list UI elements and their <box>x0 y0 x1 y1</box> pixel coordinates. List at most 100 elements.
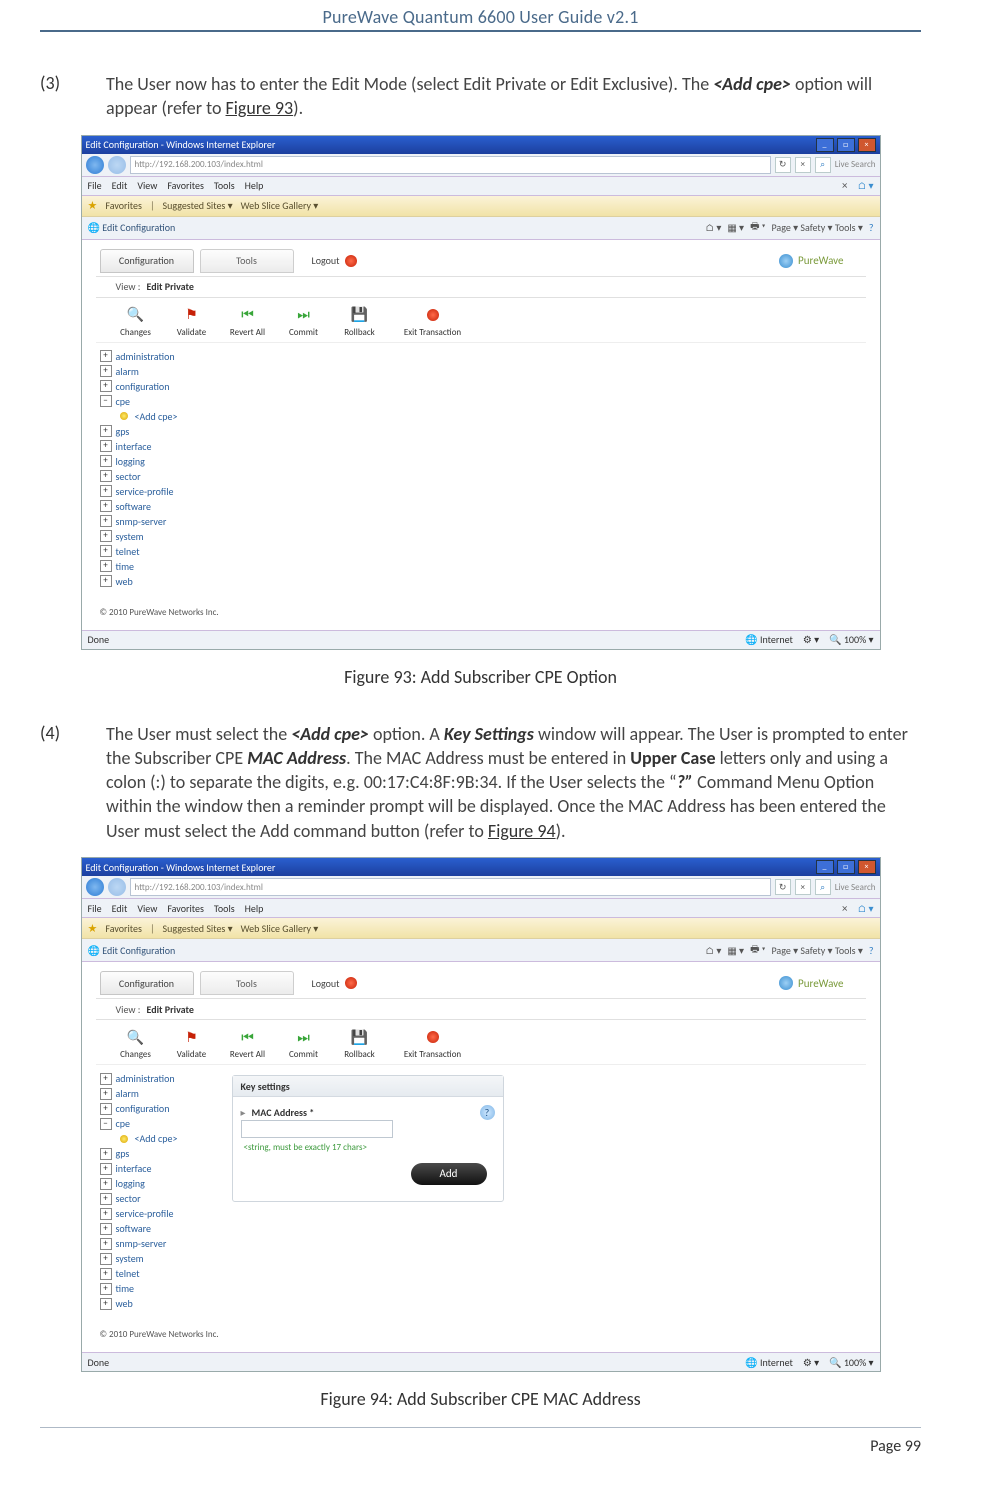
tree-cpe[interactable]: −cpe <box>100 1116 220 1131</box>
logout-button[interactable]: Logout <box>312 254 357 267</box>
search-box-label-2[interactable]: Live Search <box>835 882 876 893</box>
web-slice-link[interactable]: Web Slice Gallery ▾ <box>241 199 319 212</box>
tree-system[interactable]: +system <box>100 1251 220 1266</box>
favorites-star-icon[interactable]: ★ <box>88 199 98 212</box>
menu-favorites[interactable]: Favorites <box>167 902 204 915</box>
tree-system[interactable]: +system <box>100 529 220 544</box>
page-tab-2[interactable]: 🌐 Edit Configuration <box>88 944 176 957</box>
tool-exit-transaction[interactable]: Exit Transaction <box>388 1028 478 1060</box>
tool-validate[interactable]: ⚑Validate <box>164 306 220 338</box>
home-dropdown-icon[interactable]: ⌂ ▾ <box>705 944 721 957</box>
close-icon[interactable]: × <box>858 860 876 874</box>
view-mode-value[interactable]: Edit Private <box>146 280 193 293</box>
view-mode-value[interactable]: Edit Private <box>146 1003 193 1016</box>
refresh-icon[interactable]: ↻ <box>775 879 791 895</box>
minimize-icon[interactable]: _ <box>816 860 834 874</box>
figure-94-link[interactable]: Figure 94 <box>488 820 556 842</box>
tree-software[interactable]: +software <box>100 499 220 514</box>
tree-configuration[interactable]: +configuration <box>100 1101 220 1116</box>
print-icon[interactable]: 🖶 ▾ <box>750 219 765 236</box>
stop-icon[interactable]: × <box>795 157 811 173</box>
favorites-label[interactable]: Favorites <box>105 199 142 212</box>
menu-view[interactable]: View <box>137 179 157 192</box>
search-provider-icon[interactable]: ⌕ <box>815 879 831 895</box>
maximize-icon[interactable]: □ <box>837 138 855 152</box>
close-icon[interactable]: × <box>858 138 876 152</box>
menu-file[interactable]: File <box>88 902 102 915</box>
tool-changes[interactable]: 🔍Changes <box>108 1028 164 1060</box>
protected-mode-icon[interactable]: ⚙ ▾ <box>803 1356 819 1369</box>
menu-help[interactable]: Help <box>245 902 264 915</box>
feeds-icon[interactable]: ▦ ▾ <box>727 944 744 957</box>
refresh-icon[interactable]: ↻ <box>775 157 791 173</box>
tree-sector[interactable]: +sector <box>100 1191 220 1206</box>
tab-configuration[interactable]: Configuration <box>100 249 194 273</box>
tree-interface[interactable]: +interface <box>100 439 220 454</box>
menu-edit[interactable]: Edit <box>112 179 128 192</box>
favorites-star-icon[interactable]: ★ <box>88 922 98 935</box>
figure-93-link[interactable]: Figure 93 <box>226 97 294 119</box>
tree-add-cpe[interactable]: <Add cpe> <box>118 1131 220 1146</box>
tree-administration[interactable]: +administration <box>100 349 220 364</box>
page-tools-menu[interactable]: Page ▾ Safety ▾ Tools ▾ <box>771 221 862 234</box>
print-icon[interactable]: 🖶 ▾ <box>750 942 765 959</box>
tree-add-cpe[interactable]: <Add cpe> <box>118 409 220 424</box>
tree-alarm[interactable]: +alarm <box>100 364 220 379</box>
tree-interface[interactable]: +interface <box>100 1161 220 1176</box>
protected-mode-icon[interactable]: ⚙ ▾ <box>803 633 819 646</box>
tree-gps[interactable]: +gps <box>100 424 220 439</box>
stop-icon[interactable]: × <box>795 879 811 895</box>
tree-web[interactable]: +web <box>100 574 220 589</box>
tool-revert-all[interactable]: ⏮Revert All <box>220 306 276 338</box>
tab-tools[interactable]: Tools <box>200 971 294 995</box>
home-dropdown-icon[interactable]: ⌂ ▾ <box>705 221 721 234</box>
help-icon[interactable]: ? <box>869 944 874 957</box>
help-icon[interactable]: ? <box>869 221 874 234</box>
tree-logging[interactable]: +logging <box>100 1176 220 1191</box>
page-tools-menu[interactable]: Page ▾ Safety ▾ Tools ▾ <box>771 944 862 957</box>
tree-sector[interactable]: +sector <box>100 469 220 484</box>
tool-revert-all[interactable]: ⏮Revert All <box>220 1028 276 1060</box>
logout-button[interactable]: Logout <box>312 977 357 990</box>
search-box-label[interactable]: Live Search <box>835 159 876 170</box>
tree-service-profile[interactable]: +service-profile <box>100 1206 220 1221</box>
close-tab-icon[interactable]: × <box>842 179 847 192</box>
tree-telnet[interactable]: +telnet <box>100 1266 220 1281</box>
feeds-icon[interactable]: ▦ ▾ <box>727 221 744 234</box>
menu-tools[interactable]: Tools <box>214 902 235 915</box>
suggested-sites-link[interactable]: Suggested Sites ▾ <box>163 199 233 212</box>
tree-gps[interactable]: +gps <box>100 1146 220 1161</box>
tree-service-profile[interactable]: +service-profile <box>100 484 220 499</box>
add-button[interactable]: Add <box>411 1163 487 1185</box>
menu-view[interactable]: View <box>137 902 157 915</box>
suggested-sites-link[interactable]: Suggested Sites ▾ <box>163 922 233 935</box>
tree-administration[interactable]: +administration <box>100 1071 220 1086</box>
tool-commit[interactable]: ⏭Commit <box>276 1028 332 1060</box>
tree-cpe[interactable]: −cpe <box>100 394 220 409</box>
favorites-label[interactable]: Favorites <box>105 922 142 935</box>
web-slice-link[interactable]: Web Slice Gallery ▾ <box>241 922 319 935</box>
back-icon[interactable] <box>86 156 104 174</box>
menu-file[interactable]: File <box>88 179 102 192</box>
tree-telnet[interactable]: +telnet <box>100 544 220 559</box>
tree-software[interactable]: +software <box>100 1221 220 1236</box>
zoom-level[interactable]: 🔍 100% ▾ <box>829 1356 873 1369</box>
page-tab[interactable]: 🌐 Edit Configuration <box>88 221 176 234</box>
tool-commit[interactable]: ⏭Commit <box>276 306 332 338</box>
tree-configuration[interactable]: +configuration <box>100 379 220 394</box>
maximize-icon[interactable]: □ <box>837 860 855 874</box>
tool-validate[interactable]: ⚑Validate <box>164 1028 220 1060</box>
menu-edit[interactable]: Edit <box>112 902 128 915</box>
tool-rollback[interactable]: 💾Rollback <box>332 306 388 338</box>
tree-time[interactable]: +time <box>100 1281 220 1296</box>
help-question-icon[interactable]: ? <box>480 1105 495 1120</box>
tree-snmp-server[interactable]: +snmp-server <box>100 514 220 529</box>
tree-logging[interactable]: +logging <box>100 454 220 469</box>
back-icon[interactable] <box>86 878 104 896</box>
menu-help[interactable]: Help <box>245 179 264 192</box>
close-tab-icon[interactable]: × <box>842 902 847 915</box>
home-icon[interactable]: ⌂ ▾ <box>857 902 873 915</box>
menu-favorites[interactable]: Favorites <box>167 179 204 192</box>
tool-rollback[interactable]: 💾Rollback <box>332 1028 388 1060</box>
minimize-icon[interactable]: _ <box>816 138 834 152</box>
